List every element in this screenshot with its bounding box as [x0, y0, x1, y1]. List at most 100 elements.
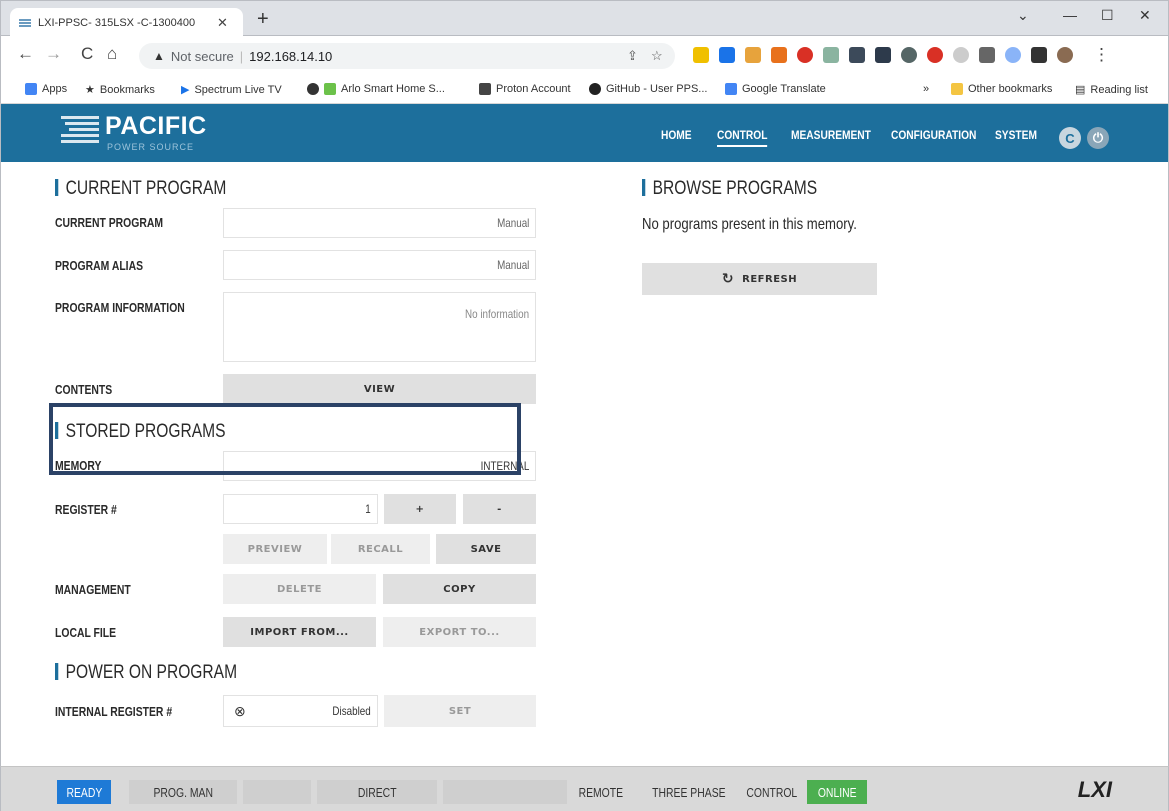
url-text: 192.168.14.10 [249, 48, 333, 64]
nav-measurement[interactable]: MEASUREMENT [791, 128, 871, 142]
nav-configuration[interactable]: CONFIGURATION [891, 128, 976, 142]
bookmark-arlo[interactable]: Arlo Smart Home S... [307, 83, 445, 95]
main-content: CURRENT PROGRAM CURRENT PROGRAM Manual P… [0, 162, 1169, 766]
github-icon [589, 83, 601, 95]
view-button[interactable]: VIEW [223, 374, 536, 404]
internal-register-field[interactable]: ⊗ Disabled [223, 695, 378, 727]
current-program-label: CURRENT PROGRAM [55, 215, 164, 230]
internal-register-label: INTERNAL REGISTER # [55, 704, 173, 719]
program-alias-field[interactable]: Manual [223, 250, 536, 280]
proton-icon [479, 83, 491, 95]
import-button[interactable]: IMPORT FROM... [223, 617, 376, 647]
lxi-logo: LXI [1077, 777, 1112, 802]
maximize-icon[interactable]: ☐ [1101, 7, 1114, 24]
address-bar[interactable]: ▲ Not secure | 192.168.14.10 ⇪ ☆ [139, 43, 675, 69]
favicon-icon [18, 16, 32, 30]
puzzle-icon[interactable] [1031, 47, 1047, 63]
forward-icon[interactable]: → [45, 44, 62, 64]
close-window-icon[interactable]: ✕ [1139, 7, 1151, 24]
apps-icon [25, 83, 37, 95]
status-empty [243, 780, 311, 804]
adblock-icon[interactable] [927, 47, 943, 63]
bookmark-spectrum[interactable]: ▶ Spectrum Live TV [181, 83, 282, 97]
bookmark-translate[interactable]: Google Translate [725, 83, 826, 95]
extension-icon[interactable] [745, 47, 761, 63]
browser-tab[interactable]: LXI-PPSC- 315LSX -C-1300400 ✕ [10, 8, 243, 37]
refresh-button[interactable]: ↻ REFRESH [642, 263, 877, 295]
highlight-box [49, 403, 521, 475]
status-direct: DIRECT [317, 780, 437, 804]
clear-icon[interactable]: ⊗ [234, 696, 246, 726]
extension-icon[interactable] [693, 47, 709, 63]
menu-icon[interactable]: ⋮ [1093, 45, 1110, 65]
nav-system[interactable]: SYSTEM [995, 128, 1037, 142]
reading-list[interactable]: ▤ Reading list [1075, 83, 1148, 97]
other-bookmarks[interactable]: Other bookmarks [951, 83, 1052, 95]
status-bar: READY PROG. MAN DIRECT REMOTE THREE PHAS… [0, 766, 1169, 811]
status-empty [443, 780, 567, 804]
management-label: MANAGEMENT [55, 582, 131, 597]
status-online: ONLINE [807, 780, 867, 804]
back-icon[interactable]: ← [17, 44, 34, 64]
bookmarks-bar: Apps ★ Bookmarks ▶ Spectrum Live TV Arlo S… [0, 76, 1169, 104]
extension-icon[interactable] [875, 47, 891, 63]
register-minus-button[interactable]: - [463, 494, 536, 524]
play-icon: ▶ [181, 84, 190, 96]
register-plus-button[interactable]: + [384, 494, 456, 524]
nav-control[interactable]: CONTROL [717, 128, 768, 147]
star-icon: ★ [85, 84, 95, 96]
export-button[interactable]: EXPORT TO... [383, 617, 536, 647]
separator: | [239, 48, 244, 64]
status-remote: REMOTE [578, 784, 624, 800]
current-program-field[interactable]: Manual [223, 208, 536, 238]
program-information-textarea[interactable]: No information [223, 292, 536, 362]
opera-icon[interactable] [797, 47, 813, 63]
set-button[interactable]: SET [384, 695, 536, 727]
recall-button[interactable]: RECALL [331, 534, 430, 564]
refresh-icon[interactable]: C [1059, 127, 1081, 149]
extension-icon[interactable] [979, 47, 995, 63]
bookmark-github[interactable]: GitHub - User PPS... [589, 83, 707, 95]
share-icon[interactable]: ⇪ [627, 48, 638, 64]
register-input[interactable]: 1 [223, 494, 378, 524]
extension-icon[interactable] [1005, 47, 1021, 63]
status-ready: READY [57, 780, 111, 804]
register-label: REGISTER # [55, 502, 117, 517]
contents-label: CONTENTS [55, 382, 113, 397]
save-button[interactable]: SAVE [436, 534, 536, 564]
home-icon[interactable]: ⌂ [107, 44, 117, 64]
minimize-icon[interactable]: — [1063, 7, 1077, 23]
extension-icon[interactable] [901, 47, 917, 63]
arlo-icon [324, 83, 336, 95]
power-icon[interactable]: ⏻ [1087, 127, 1109, 149]
bookmark-proton[interactable]: Proton Account [479, 83, 571, 95]
extension-icon[interactable] [823, 47, 839, 63]
copy-button[interactable]: COPY [383, 574, 536, 604]
folder-icon [951, 83, 963, 95]
bookmark-star-icon[interactable]: ☆ [651, 48, 663, 64]
tab-title: LXI-PPSC- 315LSX -C-1300400 [38, 16, 196, 29]
tab-search-icon[interactable]: ⌄ [1017, 7, 1029, 24]
logo-lines-icon [61, 116, 99, 150]
browser-toolbar: ← → C ⌂ ▲ Not secure | 192.168.14.10 ⇪ ☆… [0, 36, 1169, 76]
status-prog-man: PROG. MAN [129, 780, 237, 804]
download-icon[interactable] [771, 47, 787, 63]
tab-close-icon[interactable]: ✕ [217, 15, 228, 31]
avatar[interactable] [1057, 47, 1073, 63]
browser-tab-bar: LXI-PPSC- 315LSX -C-1300400 ✕ + ⌄ — ☐ ✕ [0, 0, 1169, 37]
extension-icon[interactable] [719, 47, 735, 63]
bookmark-bookmarks[interactable]: ★ Bookmarks [85, 83, 155, 97]
program-alias-label: PROGRAM ALIAS [55, 258, 144, 273]
bookmark-apps[interactable]: Apps [25, 83, 67, 95]
delete-button[interactable]: DELETE [223, 574, 376, 604]
reload-icon[interactable]: C [81, 44, 93, 64]
current-program-title: CURRENT PROGRAM [55, 178, 227, 200]
nav-home[interactable]: HOME [661, 128, 692, 142]
new-tab-icon[interactable]: + [257, 8, 269, 30]
extension-icon[interactable] [953, 47, 969, 63]
bookmarks-overflow[interactable]: » [923, 83, 929, 95]
preview-button[interactable]: PREVIEW [223, 534, 327, 564]
local-file-label: LOCAL FILE [55, 625, 117, 640]
extension-icon[interactable] [849, 47, 865, 63]
power-on-program-title: POWER ON PROGRAM [55, 662, 237, 684]
